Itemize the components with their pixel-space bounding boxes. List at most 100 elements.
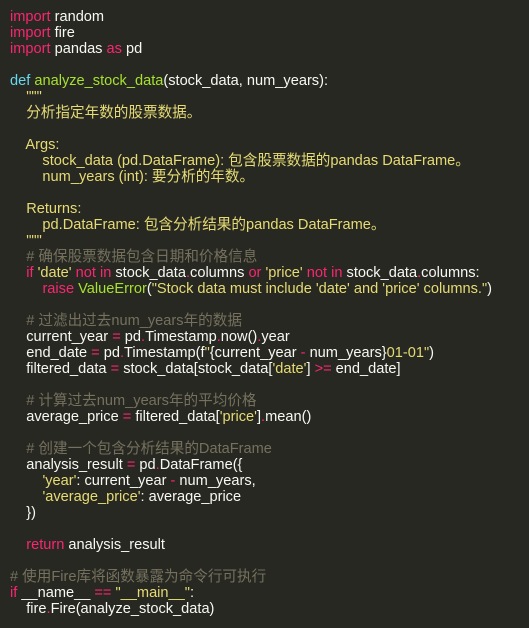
code-line[interactable] (10, 553, 529, 569)
code-text-token: stock_data[stock_data[ (119, 361, 273, 377)
code-line[interactable] (10, 377, 529, 393)
keyword-token: return (26, 537, 65, 553)
keyword-token: import (10, 9, 51, 25)
code-text-token: average_price (10, 409, 123, 425)
code-line[interactable]: average_price = filtered_data['price'].m… (10, 409, 529, 425)
code-text-token: : average_price (140, 489, 242, 505)
code-line[interactable] (10, 297, 529, 313)
code-area[interactable]: import random import fire import pandas as… (10, 9, 529, 617)
keyword-token: not in (306, 265, 343, 281)
code-text-token: columns (190, 265, 249, 281)
code-text-token: random (50, 9, 105, 25)
code-line[interactable]: filtered_data = stock_data[stock_data['d… (10, 361, 529, 377)
operator-token: = (112, 329, 121, 345)
code-line[interactable]: import pandas as pd (10, 41, 529, 57)
comment-token: # 过滤出过去num_years年的数据 (10, 313, 242, 329)
code-text-token: num_years} (305, 345, 387, 361)
string-literal-token: 'average_price' (42, 489, 141, 505)
docstring-token: Returns: (10, 201, 82, 217)
code-line[interactable]: if 'date' not in stock_data.columns or '… (10, 265, 529, 281)
code-line[interactable]: # 过滤出过去num_years年的数据 (10, 313, 529, 329)
docstring-token: 分析指定年数的股票数据。 (10, 105, 202, 121)
code-line[interactable]: 分析指定年数的股票数据。 (10, 105, 529, 121)
docstring-token: """ (10, 89, 42, 105)
function-name-token: ValueError (78, 281, 147, 297)
code-line[interactable] (10, 57, 529, 73)
code-line[interactable]: fire.Fire(analyze_stock_data) (10, 601, 529, 617)
code-text-token: Timestamp(f (124, 345, 205, 361)
code-text-token: analysis_result (64, 537, 165, 553)
code-text-token: }) (10, 505, 36, 521)
code-line[interactable]: # 确保股票数据包含日期和价格信息 (10, 249, 529, 265)
code-text-token: stock_data (342, 265, 418, 281)
comment-token: # 确保股票数据包含日期和价格信息 (10, 249, 258, 265)
code-line[interactable]: if __name__ == "__main__": (10, 585, 529, 601)
keyword-token: if (26, 265, 34, 281)
keyword-token: import (10, 41, 51, 57)
code-line[interactable]: # 创建一个包含分析结果的DataFrame (10, 441, 529, 457)
operator-token: = (91, 345, 100, 361)
code-text-token: Timestamp (145, 329, 217, 345)
code-editor[interactable]: import random import fire import pandas as… (0, 0, 529, 628)
keyword-token: not in (75, 265, 112, 281)
operator-token: >= (314, 361, 332, 377)
code-line[interactable]: 'year': current_year - num_years, (10, 473, 529, 489)
code-text-token: end_date (10, 345, 92, 361)
code-text-token: pandas (50, 41, 107, 57)
code-text-token: filtered_data (10, 361, 111, 377)
keyword-token: or (248, 265, 262, 281)
code-text-token: Fire(analyze_stock_data) (50, 601, 215, 617)
code-line[interactable] (10, 185, 529, 201)
docstring-token: stock_data (pd.DataFrame): 包含股票数据的pandas… (10, 153, 470, 169)
code-line[interactable]: # 计算过去num_years年的平均价格 (10, 393, 529, 409)
code-text-token: {current_year (209, 345, 301, 361)
code-line[interactable] (10, 121, 529, 137)
code-line[interactable]: raise ValueError("Stock data must includ… (10, 281, 529, 297)
string-literal-token: "__main__" (115, 585, 190, 601)
code-text-token: : (189, 585, 195, 601)
code-text-token: pd (121, 41, 143, 57)
docstring-token: num_years (int): 要分析的年数。 (10, 169, 255, 185)
code-line[interactable]: return analysis_result (10, 537, 529, 553)
operator-token: == (94, 585, 112, 601)
code-line[interactable]: """ (10, 89, 529, 105)
code-line[interactable]: analysis_result = pd.DataFrame({ (10, 457, 529, 473)
string-literal-token: "Stock data must include 'date' and 'pri… (151, 281, 488, 297)
code-line[interactable]: }) (10, 505, 529, 521)
comment-token: # 使用Fire库将函数暴露为命令行可执行 (10, 569, 267, 585)
code-line[interactable]: end_date = pd.Timestamp(f"{current_year … (10, 345, 529, 361)
code-line[interactable]: """ (10, 233, 529, 249)
code-line[interactable] (10, 521, 529, 537)
keyword-token: raise (42, 281, 75, 297)
docstring-token: pd.DataFrame: 包含分析结果的pandas DataFrame。 (10, 217, 386, 233)
code-line[interactable]: Returns: (10, 201, 529, 217)
code-line[interactable]: 'average_price': average_price (10, 489, 529, 505)
code-text-token: analysis_result (10, 457, 127, 473)
code-line[interactable]: current_year = pd.Timestamp.now().year (10, 329, 529, 345)
docstring-token: Args: (10, 137, 60, 153)
code-line[interactable] (10, 425, 529, 441)
code-line[interactable]: def analyze_stock_data(stock_data, num_y… (10, 73, 529, 89)
code-text-token: filtered_data[ (131, 409, 220, 425)
keyword-token: import (10, 25, 51, 41)
code-text-token: pd (99, 345, 120, 361)
operator-token: = (110, 361, 120, 377)
docstring-token: """ (10, 233, 42, 249)
code-line[interactable]: # 使用Fire库将函数暴露为命令行可执行 (10, 569, 529, 585)
code-line[interactable]: stock_data (pd.DataFrame): 包含股票数据的pandas… (10, 153, 529, 169)
code-line[interactable]: Args: (10, 137, 529, 153)
code-text-token: DataFrame({ (159, 457, 243, 473)
code-line[interactable]: pd.DataFrame: 包含分析结果的pandas DataFrame。 (10, 217, 529, 233)
string-literal-token: 'date' (272, 361, 307, 377)
code-text-token: pd (135, 457, 156, 473)
code-line[interactable]: import fire (10, 25, 529, 41)
code-line[interactable]: import random (10, 9, 529, 25)
builtin-keyword-token: def (10, 73, 31, 89)
code-text-token: pd (120, 329, 142, 345)
code-text-token: (stock_data, num_years): (163, 73, 329, 89)
code-line[interactable]: num_years (int): 要分析的年数。 (10, 169, 529, 185)
